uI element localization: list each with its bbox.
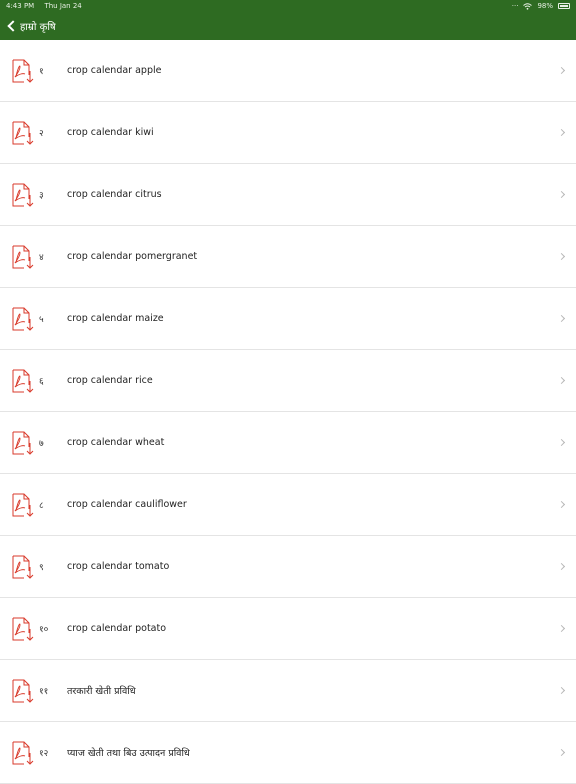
chevron-left-icon [7,20,19,32]
list-item[interactable]: १ crop calendar apple [0,40,576,102]
item-number: ४ [39,253,44,263]
chevron-right-icon [557,500,566,509]
chevron-right-icon [557,252,566,261]
list-item[interactable]: ८ crop calendar cauliflower [0,474,576,536]
list-item[interactable]: ९ crop calendar tomato [0,536,576,598]
chevron-right-icon [557,686,566,695]
status-right: ··· 98% [512,2,570,10]
status-date: Thu Jan 24 [44,2,82,10]
list-item[interactable]: २ crop calendar kiwi [0,102,576,164]
item-title: crop calendar apple [67,65,162,76]
pdf-download-icon [12,369,34,393]
list-item[interactable]: १० crop calendar potato [0,598,576,660]
list-item[interactable]: ७ crop calendar wheat [0,412,576,474]
item-number: २ [39,129,44,139]
back-button[interactable]: हाम्रो कृषि [6,19,56,33]
signal-icon: ··· [511,2,519,10]
chevron-right-icon [557,438,566,447]
item-title: crop calendar pomergranet [67,251,198,262]
item-number: ११ [39,687,49,697]
chevron-right-icon [557,562,566,571]
item-number: ८ [39,501,44,511]
pdf-download-icon [12,121,34,145]
item-number: ९ [39,563,44,573]
item-title: crop calendar maize [67,313,164,324]
pdf-download-icon [12,183,34,207]
chevron-right-icon [557,376,566,385]
item-number: ३ [39,191,44,201]
item-title: प्याज खेती तथा बिउ उत्पादन प्रविधि [67,748,190,759]
list-item[interactable]: ३ crop calendar citrus [0,164,576,226]
item-number: ६ [39,377,44,387]
item-title: crop calendar tomato [67,561,170,572]
pdf-download-icon [12,431,34,455]
pdf-download-icon [12,245,34,269]
chevron-right-icon [557,128,566,137]
list-item[interactable]: ११ तरकारी खेती प्रविधि [0,660,576,722]
wifi-icon [523,2,533,10]
pdf-download-icon [12,617,34,641]
list-item[interactable]: ५ crop calendar maize [0,288,576,350]
battery-icon [558,3,570,9]
document-list: १ crop calendar apple २ crop calendar ki… [0,40,576,784]
list-item[interactable]: १२ प्याज खेती तथा बिउ उत्पादन प्रविधि [0,722,576,784]
item-number: १ [39,67,44,77]
list-item[interactable]: ६ crop calendar rice [0,350,576,412]
back-label: हाम्रो कृषि [20,22,56,33]
status-time: 4:43 PM [6,2,35,10]
pdf-download-icon [12,59,34,83]
item-title: crop calendar cauliflower [67,499,187,510]
list-item[interactable]: ४ crop calendar pomergranet [0,226,576,288]
battery-percent: 98% [537,2,553,10]
item-title: crop calendar rice [67,375,153,386]
status-bar: 4:43 PM Thu Jan 24 ··· 98% [0,0,576,12]
item-title: crop calendar citrus [67,189,162,200]
pdf-download-icon [12,493,34,517]
item-number: १२ [39,749,49,759]
chevron-right-icon [557,190,566,199]
item-number: १० [39,625,49,635]
item-title: तरकारी खेती प्रविधि [67,686,136,697]
chevron-right-icon [557,314,566,323]
chevron-right-icon [557,66,566,75]
chevron-right-icon [557,748,566,757]
item-number: ७ [39,439,44,449]
chevron-right-icon [557,624,566,633]
item-number: ५ [39,315,44,325]
pdf-download-icon [12,307,34,331]
pdf-download-icon [12,555,34,579]
pdf-download-icon [12,679,34,703]
nav-bar: हाम्रो कृषि [0,12,576,40]
item-title: crop calendar kiwi [67,127,154,138]
status-left: 4:43 PM Thu Jan 24 [6,2,90,10]
pdf-download-icon [12,741,34,765]
item-title: crop calendar potato [67,623,167,634]
item-title: crop calendar wheat [67,437,165,448]
